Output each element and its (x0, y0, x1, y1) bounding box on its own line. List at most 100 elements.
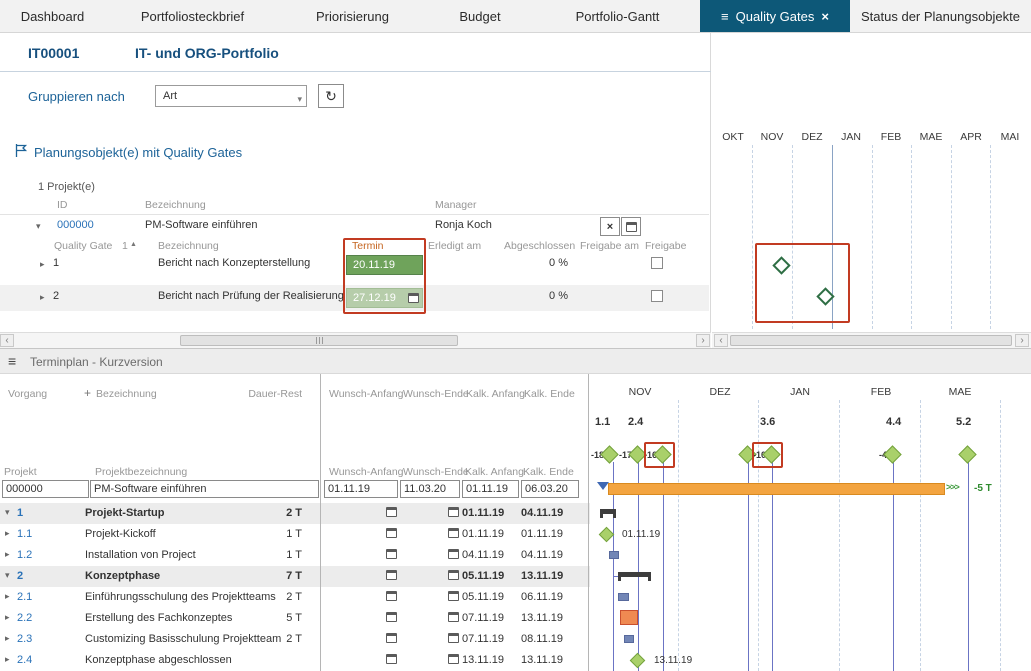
tab-quality-gates[interactable]: ≡ Quality Gates × (700, 0, 850, 32)
calendar-icon[interactable] (448, 549, 459, 559)
expander-icon[interactable]: ▸ (5, 654, 10, 665)
quality-gate-milestone[interactable] (762, 445, 780, 463)
project-wunsch-ende-cell[interactable]: 11.03.20 (400, 480, 460, 498)
remove-project-button[interactable]: × (600, 217, 620, 236)
h-scrollbar[interactable]: ‹ › (712, 332, 1031, 348)
expander-icon[interactable]: ▸ (5, 612, 10, 623)
expander-icon[interactable]: ▸ (5, 591, 10, 602)
task-row[interactable]: ▾ 1 Projekt-Startup 2 T 01.11.19 04.11.1… (0, 503, 590, 524)
project-expander[interactable]: ▾ (36, 221, 41, 232)
add-task-button[interactable]: + (84, 386, 91, 400)
task-row[interactable]: ▸ 1.2 Installation von Project 1 T 04.11… (0, 545, 590, 566)
tab-priorisierung[interactable]: Priorisierung (280, 0, 425, 32)
close-icon[interactable]: × (821, 9, 829, 24)
task-bar-einfuehrungsschulung[interactable] (618, 593, 629, 601)
hdr-vorgang[interactable]: Vorgang (8, 388, 47, 400)
tab-portfolio-gantt[interactable]: Portfolio-Gantt (535, 0, 700, 32)
freigabe-checkbox[interactable] (651, 290, 663, 302)
milestone-konzeptphase-abgeschlossen[interactable] (630, 653, 646, 669)
calendar-icon[interactable] (448, 633, 459, 643)
project-id-link[interactable]: 000000 (57, 219, 94, 231)
tab-portfoliosteckbrief[interactable]: Portfoliosteckbrief (105, 0, 280, 32)
scroll-left-arrow[interactable]: ‹ (714, 334, 728, 347)
quality-gate-milestone[interactable] (883, 445, 901, 463)
task-bar-fachkonzept-selected[interactable] (620, 610, 638, 625)
calendar-icon[interactable] (386, 528, 397, 538)
scroll-right-arrow[interactable]: › (1015, 334, 1029, 347)
subcol-freigabe-am[interactable]: Freigabe am (580, 240, 639, 252)
project-kalk-anfang-cell[interactable]: 01.11.19 (462, 480, 519, 498)
subcol-erledigt-am[interactable]: Erledigt am (428, 240, 481, 252)
project-gantt-bar[interactable] (608, 483, 945, 495)
gate-termin-field[interactable]: 27.12.19 (346, 288, 423, 308)
hdr-bezeichnung[interactable]: Bezeichnung (96, 388, 157, 400)
hamburger-icon[interactable]: ≡ (721, 9, 729, 24)
project-wunsch-anfang-cell[interactable]: 01.11.19 (324, 480, 398, 498)
scroll-right-arrow[interactable]: › (696, 334, 710, 347)
hdr-dauer-rest[interactable]: Dauer-Rest (240, 388, 302, 400)
quality-gate-milestone[interactable] (653, 445, 671, 463)
subcol-freigabe[interactable]: Freigabe (645, 240, 686, 252)
hdr-wunsch-anfang[interactable]: Wunsch-Anfang (329, 388, 404, 400)
expander-icon[interactable]: ▾ (5, 507, 10, 518)
subcol-termin[interactable]: Termin (352, 240, 384, 252)
group-by-select[interactable]: Art ▾ (155, 85, 307, 107)
calendar-icon[interactable] (448, 654, 459, 664)
task-row[interactable]: ▸ 2.1 Einführungsschulung des Projekttea… (0, 587, 590, 608)
tab-budget[interactable]: Budget (425, 0, 535, 32)
quality-gate-milestone[interactable] (772, 256, 790, 274)
column-divider[interactable] (320, 374, 321, 671)
subcol-quality-gate[interactable]: Quality Gate (54, 240, 112, 252)
expander-icon[interactable]: ▾ (5, 570, 10, 581)
calendar-icon[interactable] (386, 507, 397, 517)
scrollbar-thumb[interactable] (180, 335, 458, 346)
calendar-icon[interactable] (386, 549, 397, 559)
task-row[interactable]: ▸ 2.2 Erstellung des Fachkonzeptes 5 T 0… (0, 608, 590, 629)
project-name-cell[interactable]: PM-Software einführen (90, 480, 319, 498)
calendar-icon[interactable] (448, 570, 459, 580)
gate-row-expander[interactable]: ▸ (40, 259, 45, 270)
calendar-button[interactable] (621, 217, 641, 236)
hamburger-icon[interactable]: ≡ (8, 353, 16, 369)
project-kalk-ende-cell[interactable]: 06.03.20 (521, 480, 579, 498)
task-bar-customizing[interactable] (624, 635, 634, 643)
terminplan-header-bar[interactable]: ≡ Terminplan - Kurzversion (0, 348, 1031, 374)
gantt-divider[interactable] (588, 374, 589, 671)
quality-gate-milestone[interactable] (958, 445, 976, 463)
calendar-icon[interactable] (386, 570, 397, 580)
subcol-bezeichnung[interactable]: Bezeichnung (158, 240, 219, 252)
scrollbar-thumb[interactable] (730, 335, 1012, 346)
calendar-icon[interactable] (386, 591, 397, 601)
summary-bar-startup[interactable] (600, 509, 616, 514)
calendar-icon[interactable] (448, 591, 459, 601)
calendar-icon[interactable] (448, 528, 459, 538)
calendar-icon[interactable] (448, 507, 459, 517)
expander-icon[interactable]: ▸ (5, 633, 10, 644)
sort-asc-icon[interactable]: ▲ (130, 241, 137, 248)
scroll-left-arrow[interactable]: ‹ (0, 334, 14, 347)
task-row[interactable]: ▸ 2.3 Customizing Basisschulung Projektt… (0, 629, 590, 650)
calendar-icon[interactable] (448, 612, 459, 622)
expander-icon[interactable]: ▸ (5, 549, 10, 560)
expander-icon[interactable]: ▸ (5, 528, 10, 539)
calendar-icon[interactable] (386, 654, 397, 664)
calendar-icon[interactable] (386, 612, 397, 622)
project-id-cell[interactable]: 000000 (2, 480, 89, 498)
calendar-icon[interactable] (408, 293, 419, 303)
refresh-button[interactable]: ↻ (318, 84, 344, 108)
gate-termin-field[interactable]: 20.11.19 (346, 255, 423, 275)
tab-status-planungsobjekte[interactable]: Status der Planungsobjekte (850, 0, 1031, 32)
calendar-icon[interactable] (386, 633, 397, 643)
task-row[interactable]: ▸ 1.1 Projekt-Kickoff 1 T 01.11.19 01.11… (0, 524, 590, 545)
task-bar-installation[interactable] (609, 551, 619, 559)
task-row[interactable]: ▸ 2.4 Konzeptphase abgeschlossen 13.11.1… (0, 650, 590, 671)
tab-dashboard[interactable]: Dashboard (0, 0, 105, 32)
h-scrollbar[interactable]: ‹ › (0, 332, 711, 348)
hdr-kalk-ende[interactable]: Kalk. Ende (524, 388, 575, 400)
gate-row-expander[interactable]: ▸ (40, 292, 45, 303)
hdr-wunsch-ende[interactable]: Wunsch-Ende (403, 388, 469, 400)
freigabe-checkbox[interactable] (651, 257, 663, 269)
hdr-kalk-anfang[interactable]: Kalk. Anfang (466, 388, 525, 400)
subcol-abgeschlossen[interactable]: Abgeschlossen (504, 240, 575, 252)
milestone-kickoff[interactable] (599, 527, 615, 543)
